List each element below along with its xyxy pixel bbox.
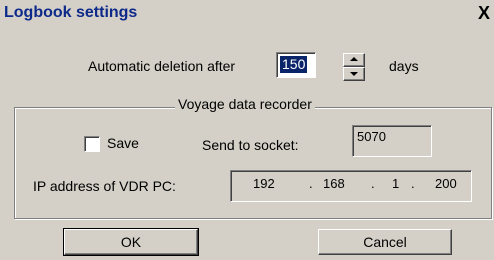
socket-label: Send to socket:	[202, 137, 299, 153]
ip-address-input[interactable]: 192 . 168 . 1 . 200	[230, 170, 472, 202]
deletion-days-value: 150	[280, 56, 308, 73]
title-bar: Logbook settings X	[0, 0, 494, 28]
spin-up-button[interactable]	[343, 53, 365, 67]
ip-octet-2[interactable]: 168	[323, 176, 345, 191]
ip-octet-4[interactable]: 200	[435, 176, 457, 191]
window-title: Logbook settings	[4, 4, 138, 21]
ip-separator: .	[371, 176, 375, 191]
deletion-days-spinner[interactable]	[343, 53, 365, 81]
ip-label: IP address of VDR PC:	[33, 178, 176, 194]
vdr-groupbox	[14, 107, 492, 219]
ip-octet-3[interactable]: 1	[392, 176, 399, 191]
ip-octet-1[interactable]: 192	[253, 176, 275, 191]
cancel-button[interactable]: Cancel	[318, 229, 452, 255]
arrow-up-icon	[350, 57, 358, 61]
ok-button[interactable]: OK	[63, 228, 199, 256]
deletion-unit-label: days	[389, 58, 419, 74]
close-icon[interactable]: X	[474, 2, 494, 24]
socket-input[interactable]: 5070	[352, 125, 432, 157]
deletion-label: Automatic deletion after	[88, 58, 236, 74]
ip-separator: .	[309, 176, 313, 191]
save-label: Save	[107, 135, 139, 151]
deletion-days-input[interactable]: 150	[276, 52, 316, 78]
arrow-down-icon	[350, 72, 358, 76]
vdr-group-title: Voyage data recorder	[175, 96, 315, 112]
ip-separator: .	[411, 176, 415, 191]
spin-down-button[interactable]	[343, 67, 365, 81]
save-checkbox[interactable]	[84, 136, 100, 152]
socket-value: 5070	[357, 129, 386, 144]
